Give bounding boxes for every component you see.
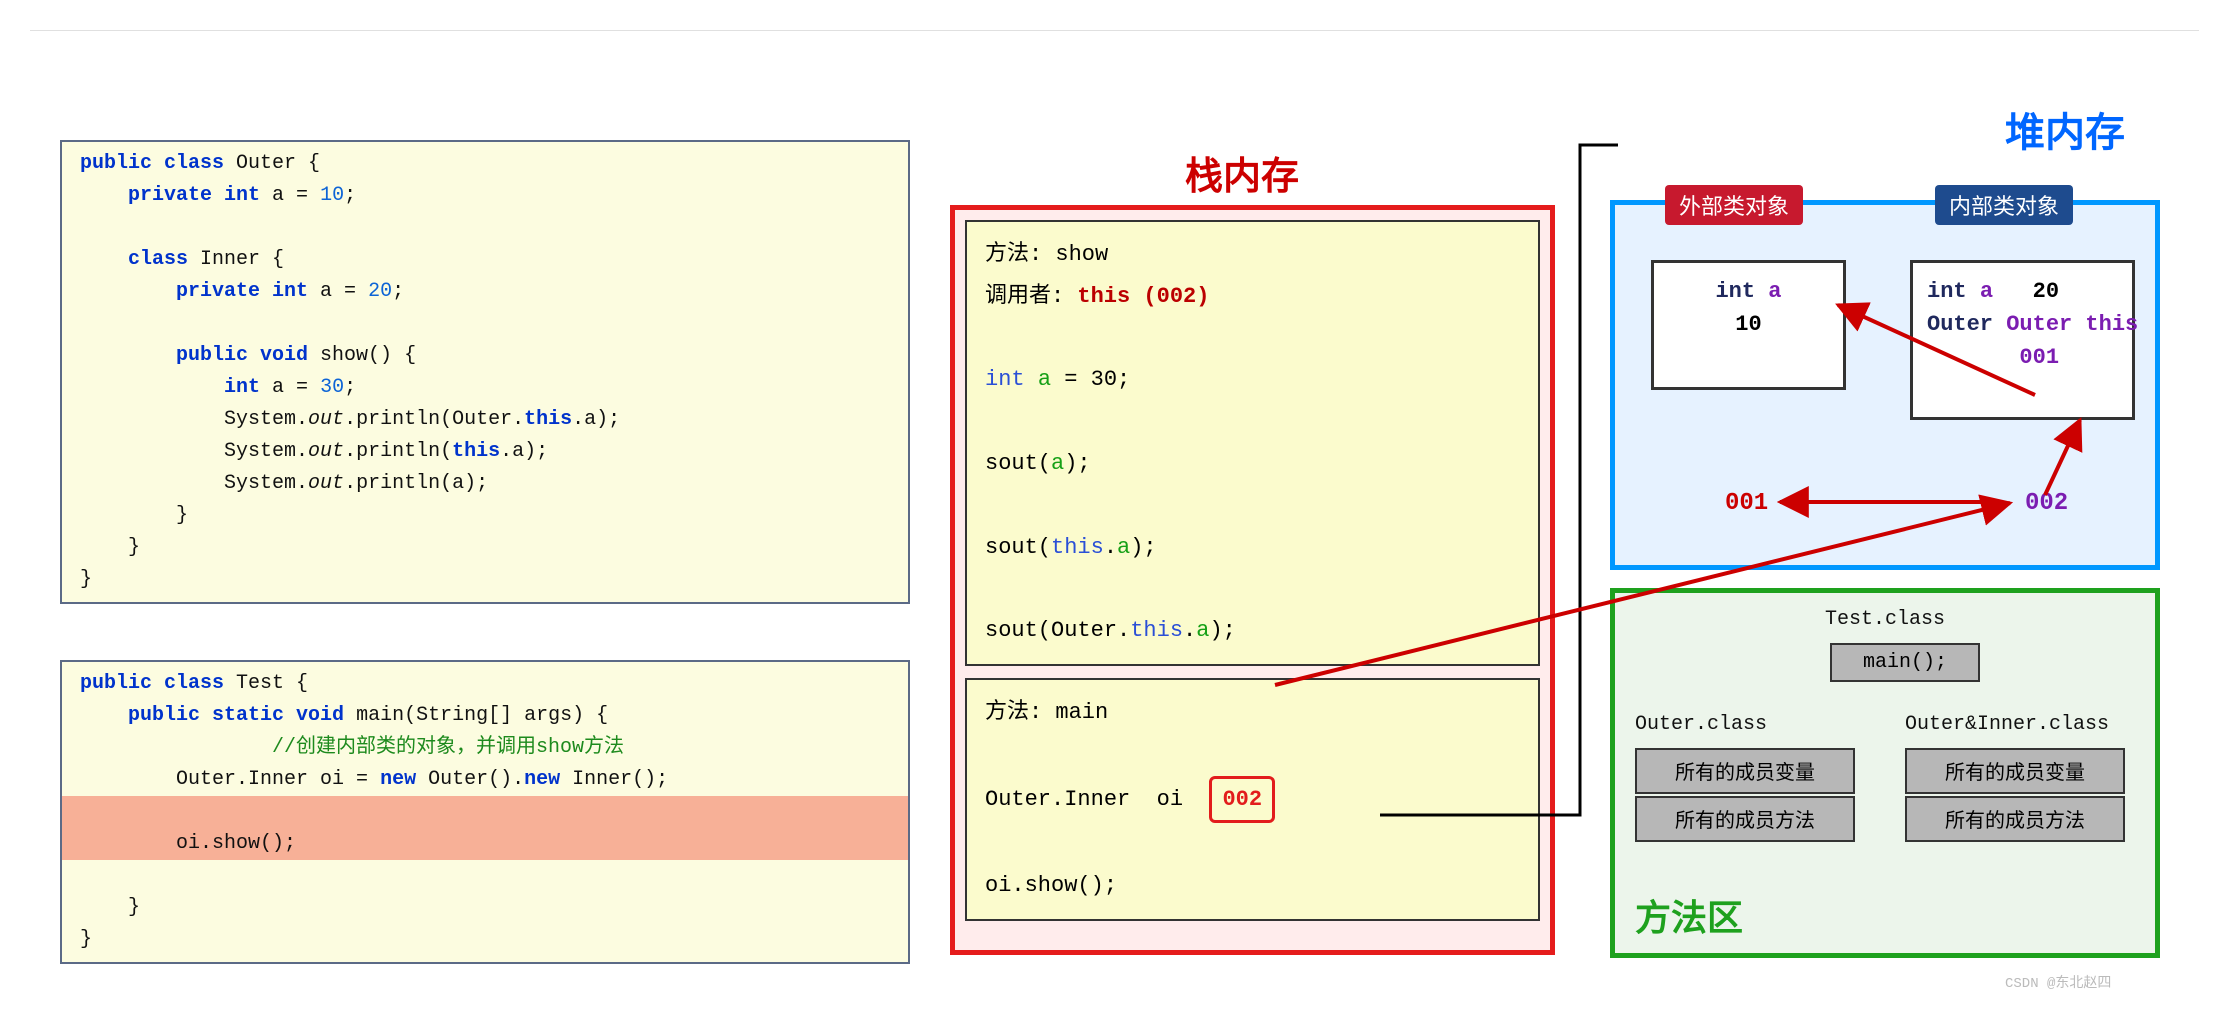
heap-addr-outer: 001 bbox=[1725, 490, 1768, 517]
stack-frame-show: 方法: show 调用者: this (002) int a = 30; sou… bbox=[965, 220, 1540, 666]
test-class-label: Test.class bbox=[1825, 608, 1945, 631]
outer-vars-box: 所有的成员变量 bbox=[1635, 748, 1855, 794]
heap-addr-inner: 002 bbox=[2025, 490, 2068, 517]
code-panel-outer: public class Outer { private int a = 10;… bbox=[60, 140, 910, 604]
watermark: CSDN @东北赵四 bbox=[2005, 972, 2111, 992]
heap-box: 外部类对象 内部类对象 int a 10 int a 20 Outer Oute… bbox=[1610, 200, 2160, 570]
method-area-title: 方法区 bbox=[1635, 889, 1743, 941]
outer-class-label: Outer.class bbox=[1635, 713, 1767, 736]
stack-title: 栈内存 bbox=[1185, 145, 1299, 201]
test-main-box: main(); bbox=[1830, 643, 1980, 682]
comment: //创建内部类的对象，并调用show方法 bbox=[176, 736, 624, 759]
heap-title: 堆内存 bbox=[2005, 100, 2125, 159]
highlighted-line: oi.show(); bbox=[62, 796, 908, 860]
oi-address-box: 002 bbox=[1209, 776, 1275, 824]
inner-methods-box: 所有的成员方法 bbox=[1905, 796, 2125, 842]
code-panel-test: public class Test { public static void m… bbox=[60, 660, 910, 964]
outer-methods-box: 所有的成员方法 bbox=[1635, 796, 1855, 842]
outer-object-pill: 外部类对象 bbox=[1665, 185, 1803, 225]
inner-object-card: int a 20 Outer Outer this 001 bbox=[1910, 260, 2135, 420]
inner-object-pill: 内部类对象 bbox=[1935, 185, 2073, 225]
stack-box: 方法: show 调用者: this (002) int a = 30; sou… bbox=[950, 205, 1555, 955]
outer-object-card: int a 10 bbox=[1651, 260, 1846, 390]
stack-frame-main: 方法: main Outer.Inner oi 002 oi.show(); bbox=[965, 678, 1540, 921]
divider-top bbox=[30, 30, 2199, 31]
inner-vars-box: 所有的成员变量 bbox=[1905, 748, 2125, 794]
inner-class-label: Outer&Inner.class bbox=[1905, 713, 2109, 736]
method-area-box: Test.class main(); Outer.class Outer&Inn… bbox=[1610, 588, 2160, 958]
